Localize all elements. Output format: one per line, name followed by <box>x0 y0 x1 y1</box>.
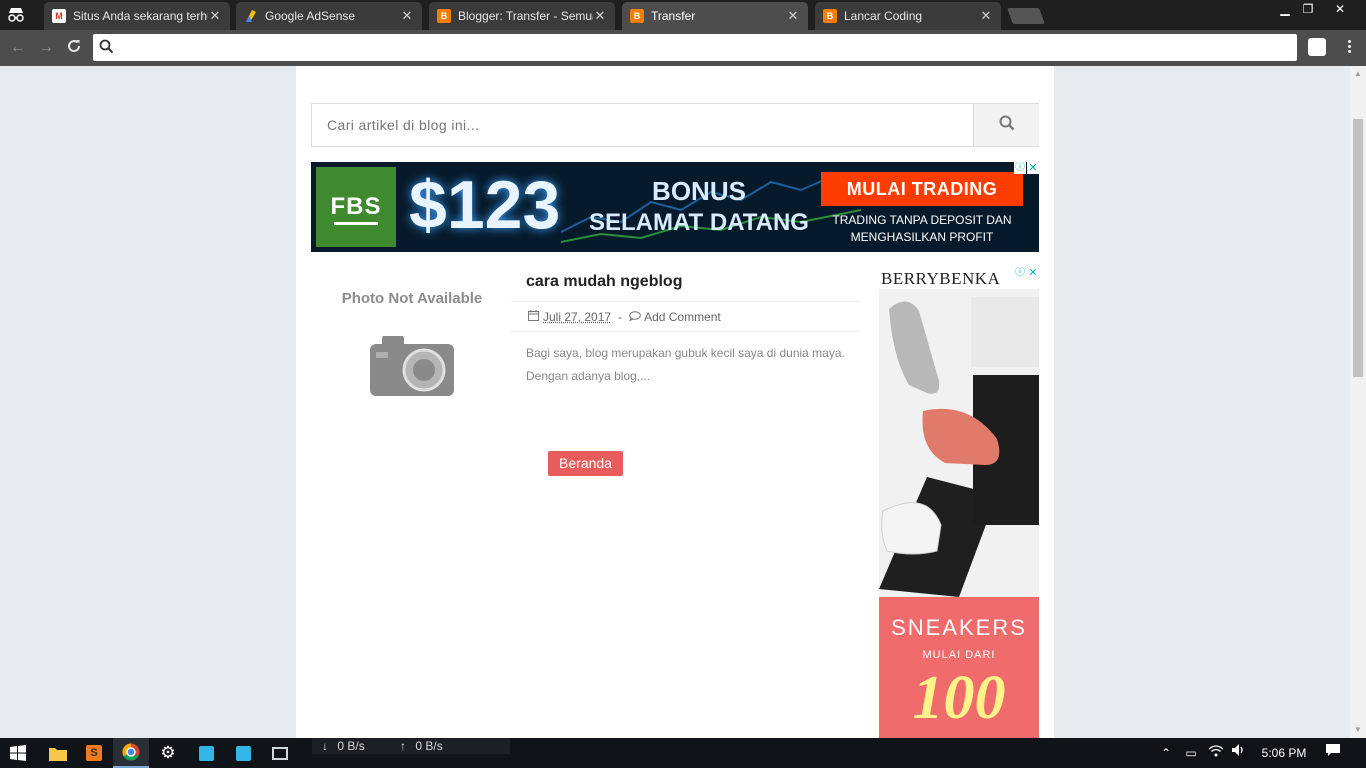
post-title[interactable]: cara mudah ngeblog <box>526 273 682 291</box>
promo-subline: MULAI DARI <box>922 649 996 661</box>
upload-arrow-icon: ↑ <box>400 739 407 753</box>
berrybenka-sidebar-ad[interactable]: BERRYBENKA SNEAKERS MULAI DARI 100 ⓘ ✕ <box>879 267 1039 738</box>
clock[interactable]: 5:06 PM <box>1254 738 1314 768</box>
scroll-up-arrow[interactable]: ▲ <box>1350 66 1366 82</box>
close-tab-icon[interactable]: ✕ <box>593 8 607 24</box>
fbs-logo: FBS <box>316 167 396 247</box>
adsense-icon <box>244 9 258 23</box>
browser-toolbar: ← → <box>0 30 1366 66</box>
new-tab-button[interactable] <box>1007 8 1045 24</box>
volume-icon[interactable] <box>1229 738 1249 768</box>
ad-headline-line1: BONUS <box>652 176 746 206</box>
tab-title: Google AdSense <box>265 9 356 23</box>
download-speed: 0 B/s <box>337 739 365 753</box>
comment-icon <box>628 310 641 324</box>
ad-headline: BONUS SELAMAT DATANG <box>589 176 809 237</box>
app-icon-2[interactable] <box>225 738 261 768</box>
show-hidden-icons-icon[interactable]: ⌃ <box>1156 738 1176 768</box>
download-arrow-icon: ↓ <box>322 739 328 753</box>
search-icon <box>999 115 1015 136</box>
meta-separator: - <box>618 309 623 324</box>
close-tab-icon[interactable]: ✕ <box>786 8 800 24</box>
ad-amount: $123 <box>409 167 561 243</box>
windows-start-icon[interactable] <box>0 738 36 768</box>
sneakers-promo: SNEAKERS MULAI DARI 100 <box>879 597 1039 738</box>
close-window-button[interactable]: ✕ <box>1325 0 1355 18</box>
action-center-icon[interactable] <box>1322 738 1344 768</box>
extension-icon[interactable] <box>1308 38 1326 56</box>
tab-blogger-transfer-semua[interactable]: B Blogger: Transfer - Semua ✕ <box>429 2 615 30</box>
back-icon[interactable]: ← <box>8 38 28 58</box>
chrome-menu-icon[interactable] <box>1346 38 1352 58</box>
app-icon-1[interactable] <box>188 738 224 768</box>
tab-adsense[interactable]: Google AdSense ✕ <box>236 2 422 30</box>
tab-title: Lancar Coding <box>844 9 923 23</box>
tab-gmail[interactable]: M Situs Anda sekarang terhubung ✕ <box>44 2 230 30</box>
gmail-icon: M <box>52 9 66 23</box>
promo-headline: SNEAKERS <box>891 615 1027 640</box>
wifi-icon[interactable] <box>1206 738 1226 768</box>
upload-speed: 0 B/s <box>415 739 443 753</box>
scroll-thumb[interactable] <box>1353 119 1363 377</box>
blog-search <box>311 103 1039 147</box>
ad-brand: BERRYBENKA <box>881 269 1001 288</box>
ad-subtext-line1: TRADING TANPA DEPOSIT DAN <box>832 213 1012 227</box>
tab-title: Blogger: Transfer - Semua <box>458 9 593 23</box>
ad-close-icon[interactable]: ✕ <box>1027 162 1039 174</box>
tab-title: Transfer <box>651 9 696 23</box>
windows-taskbar: S ⚙ ↓ 0 B/s ↑ 0 B/s ⌃ ▭ 5:06 PM <box>0 738 1366 768</box>
calendar-icon <box>528 309 539 324</box>
tab-lancar-coding[interactable]: B Lancar Coding ✕ <box>815 2 1001 30</box>
page-scrollbar[interactable]: ▲ ▼ <box>1350 66 1366 738</box>
adchoices-icon[interactable]: ⓘ <box>1014 267 1026 279</box>
settings-gear-icon[interactable]: ⚙ <box>150 738 186 768</box>
home-button[interactable]: Beranda <box>548 451 623 476</box>
reload-icon[interactable] <box>64 38 84 58</box>
promo-price: 100 <box>912 664 1006 732</box>
incognito-icon <box>4 6 28 24</box>
ad-subtext: TRADING TANPA DEPOSIT DAN MENGHASILKAN P… <box>819 212 1025 246</box>
blogger-icon: B <box>437 9 451 23</box>
close-tab-icon[interactable]: ✕ <box>400 8 414 24</box>
add-comment-link[interactable]: Add Comment <box>644 310 721 324</box>
sublime-text-icon[interactable]: S <box>76 738 112 768</box>
file-explorer-icon[interactable] <box>40 738 76 768</box>
close-tab-icon[interactable]: ✕ <box>208 8 222 24</box>
ad-close-icon[interactable]: ✕ <box>1027 267 1039 279</box>
chrome-icon[interactable] <box>113 738 149 768</box>
tab-title: Situs Anda sekarang terhubung <box>73 9 208 23</box>
tab-transfer[interactable]: B Transfer ✕ <box>622 2 808 30</box>
app-icon-3[interactable] <box>262 738 298 768</box>
adchoices-icon[interactable]: ⓘ <box>1014 162 1026 174</box>
post-thumbnail[interactable]: Photo Not Available <box>326 276 498 406</box>
battery-icon[interactable]: ▭ <box>1181 738 1201 768</box>
ad-cta-button[interactable]: MULAI TRADING <box>821 172 1023 206</box>
blogger-icon: B <box>823 9 837 23</box>
blog-container: FBS $123 BONUS SELAMAT DATANG MULAI TRAD… <box>296 66 1054 738</box>
post-meta: Juli 27, 2017 - Add Comment <box>511 301 860 332</box>
forward-icon[interactable]: → <box>36 38 56 58</box>
page-viewport: FBS $123 BONUS SELAMAT DATANG MULAI TRAD… <box>0 66 1350 738</box>
search-input[interactable] <box>312 104 973 146</box>
scroll-down-arrow[interactable]: ▼ <box>1350 722 1366 738</box>
fbs-banner-ad[interactable]: FBS $123 BONUS SELAMAT DATANG MULAI TRAD… <box>311 162 1039 252</box>
camera-icon <box>370 336 454 396</box>
tab-strip: M Situs Anda sekarang terhubung ✕ Google… <box>0 0 1366 30</box>
network-speed-meter: ↓ 0 B/s ↑ 0 B/s <box>312 738 510 754</box>
address-bar[interactable] <box>93 34 1297 61</box>
search-button[interactable] <box>973 104 1039 146</box>
ad-subtext-line2: MENGHASILKAN PROFIT <box>850 230 994 244</box>
sneaker-photo <box>879 289 1039 597</box>
photo-not-available-text: Photo Not Available <box>341 290 483 307</box>
post-date[interactable]: Juli 27, 2017 <box>543 310 611 324</box>
search-icon <box>99 39 114 59</box>
post-excerpt: Bagi saya, blog merupakan gubuk kecil sa… <box>526 346 845 383</box>
close-tab-icon[interactable]: ✕ <box>979 8 993 24</box>
restore-button[interactable]: ❐ <box>1293 0 1323 18</box>
ad-headline-line2: SELAMAT DATANG <box>589 209 809 236</box>
blogger-icon: B <box>630 9 644 23</box>
